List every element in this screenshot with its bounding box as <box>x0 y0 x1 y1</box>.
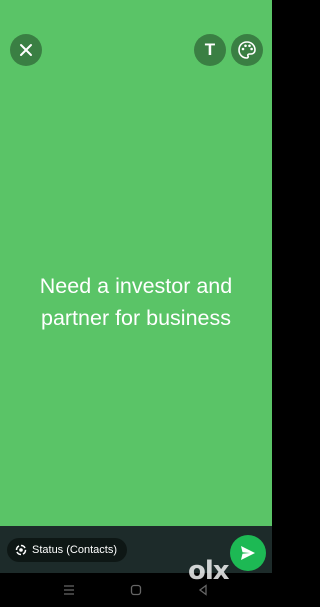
olx-watermark: olx <box>188 556 230 586</box>
audience-label: Status (Contacts) <box>32 544 117 556</box>
audience-selector[interactable]: Status (Contacts) <box>7 538 127 562</box>
text-tool-button[interactable]: T <box>194 34 226 66</box>
palette-icon <box>238 41 256 59</box>
close-button[interactable] <box>10 34 42 66</box>
send-icon <box>241 546 255 560</box>
home-icon[interactable] <box>129 583 143 597</box>
status-text[interactable]: Need a investor and partner for business <box>0 270 272 334</box>
send-button[interactable] <box>230 535 266 571</box>
text-tool-label: T <box>204 40 216 59</box>
close-icon <box>20 44 32 56</box>
status-canvas: T Need a investor and partner for busine… <box>0 0 272 526</box>
palette-button[interactable] <box>231 34 263 66</box>
menu-icon[interactable] <box>62 583 76 597</box>
status-ring-icon <box>15 544 27 556</box>
system-nav-bar <box>0 573 272 607</box>
